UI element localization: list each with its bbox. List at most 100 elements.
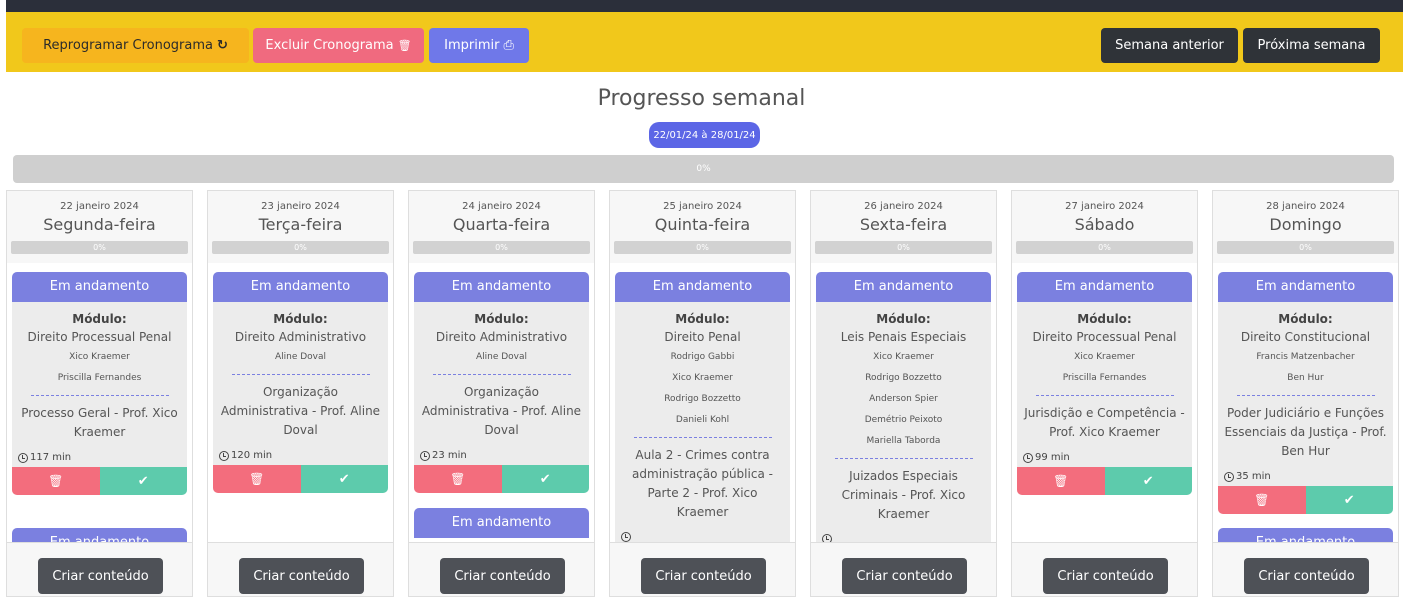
day-progress-bar: 0% — [614, 241, 791, 254]
professor-name: Aline Doval — [274, 352, 327, 362]
duration-text: 23 min — [432, 450, 467, 461]
next-card-status[interactable]: Em andamento — [414, 508, 589, 538]
check-icon: ✔ — [1343, 492, 1355, 508]
duration-text: 35 min — [1236, 471, 1271, 482]
complete-button[interactable]: ✔ — [300, 465, 388, 493]
criar-conteudo-button[interactable]: Criar conteúdo — [641, 558, 766, 594]
card-actions: 🗑 ✔ — [414, 465, 589, 493]
content-card: Em andamento Módulo: Direito Administrat… — [213, 272, 388, 493]
card-status[interactable]: Em andamento — [1218, 272, 1393, 302]
criar-conteudo-button[interactable]: Criar conteúdo — [440, 558, 565, 594]
professor-name: Xico Kraemer — [69, 352, 130, 362]
day-body: Em andamento Módulo: Direito Penal Rodri… — [610, 264, 795, 542]
professor-name: Rodrigo Bozzetto — [664, 394, 741, 404]
lesson-title: Poder Judiciário e Funções Essenciais da… — [1224, 406, 1387, 458]
module-label: Módulo: — [1077, 312, 1132, 326]
day-body: Em andamento Módulo: Direito Administrat… — [409, 264, 594, 542]
day-weekday: Sábado — [1074, 215, 1135, 234]
day-progress-bar: 0% — [11, 241, 188, 254]
day-date: 25 janeiro 2024 — [663, 201, 742, 212]
proxima-semana-button[interactable]: Próxima semana — [1243, 28, 1380, 63]
divider — [633, 437, 772, 438]
card-status[interactable]: Em andamento — [12, 272, 187, 302]
complete-button[interactable]: ✔ — [501, 465, 589, 493]
clock-icon — [1023, 452, 1033, 463]
delete-button[interactable]: 🗑 — [1218, 486, 1306, 514]
professor-name: Priscilla Fernandes — [1062, 373, 1147, 383]
professor-name: Xico Kraemer — [873, 352, 934, 362]
divider — [1236, 395, 1375, 396]
card-actions: 🗑 ✔ — [213, 465, 388, 493]
criar-conteudo-button[interactable]: Criar conteúdo — [842, 558, 967, 594]
delete-button[interactable]: 🗑 — [414, 465, 502, 493]
day-header: 24 janeiro 2024 Quarta-feira 0% — [409, 191, 594, 263]
professor-name: Rodrigo Bozzetto — [865, 373, 942, 383]
check-icon: ✔ — [1142, 473, 1154, 489]
delete-button[interactable]: 🗑 — [213, 465, 301, 493]
day-progress-bar: 0% — [1016, 241, 1193, 254]
day-body: Em andamento Módulo: Direito Processual … — [7, 264, 192, 542]
day-date: 26 janeiro 2024 — [864, 201, 943, 212]
next-card-status[interactable]: Em andamento — [12, 528, 187, 542]
day-progress-bar: 0% — [212, 241, 389, 254]
lesson-title: Juizados Especiais Criminais - Prof. Xic… — [841, 469, 966, 521]
complete-button[interactable]: ✔ — [1305, 486, 1393, 514]
professor-name: Demétrio Peixoto — [864, 415, 943, 425]
trash-icon: 🗑 — [397, 39, 412, 52]
professor-name: Xico Kraemer — [672, 373, 733, 383]
clock-icon — [18, 452, 28, 463]
complete-button[interactable]: ✔ — [99, 467, 187, 495]
module-name: Direito Constitucional — [1240, 330, 1371, 344]
content-card: Em andamento Módulo: Direito Penal Rodri… — [615, 272, 790, 542]
day-body: Em andamento Módulo: Direito Processual … — [1012, 264, 1197, 542]
day-body: Em andamento Módulo: Direito Administrat… — [208, 264, 393, 542]
criar-conteudo-button[interactable]: Criar conteúdo — [1244, 558, 1369, 594]
delete-button[interactable]: 🗑 — [12, 467, 100, 495]
divider — [1035, 395, 1174, 396]
page-title: Progresso semanal — [597, 86, 806, 111]
criar-conteudo-button[interactable]: Criar conteúdo — [1043, 558, 1168, 594]
check-icon: ✔ — [338, 471, 350, 487]
professor-name: Danieli Kohl — [675, 415, 730, 425]
day-weekday: Terça-feira — [258, 215, 343, 234]
module-name: Direito Penal — [664, 330, 741, 344]
clock-icon — [1224, 471, 1234, 482]
day-column-terca: 23 janeiro 2024 Terça-feira 0% Em andame… — [207, 190, 394, 597]
card-actions: 🗑 ✔ — [1218, 486, 1393, 514]
criar-conteudo-button[interactable]: Criar conteúdo — [239, 558, 364, 594]
card-status[interactable]: Em andamento — [816, 272, 991, 302]
delete-button[interactable]: 🗑 — [1017, 467, 1105, 495]
module-name: Direito Processual Penal — [1032, 330, 1177, 344]
criar-conteudo-button[interactable]: Criar conteúdo — [38, 558, 163, 594]
divider — [834, 458, 973, 459]
semana-anterior-button[interactable]: Semana anterior — [1101, 28, 1238, 63]
duration-text: 120 min — [231, 450, 273, 461]
content-card: Em andamento Módulo: Direito Processual … — [1017, 272, 1192, 495]
lesson-title: Organização Administrativa - Prof. Aline… — [220, 385, 381, 437]
day-footer: Criar conteúdo — [1213, 542, 1398, 596]
day-progress-bar: 0% — [413, 241, 590, 254]
check-icon: ✔ — [137, 473, 149, 489]
day-weekday: Sexta-feira — [859, 215, 948, 234]
reprogramar-cronograma-button[interactable]: Reprogramar Cronograma ↻ — [22, 28, 249, 63]
content-card: Em andamento Módulo: Direito Administrat… — [414, 272, 589, 493]
day-column-sabado: 27 janeiro 2024 Sábado 0% Em andamento M… — [1011, 190, 1198, 597]
lesson-title: Jurisdição e Competência - Prof. Xico Kr… — [1024, 406, 1185, 439]
refresh-icon: ↻ — [216, 38, 228, 53]
duration — [615, 522, 790, 542]
card-status[interactable]: Em andamento — [1017, 272, 1192, 302]
professor-name: Rodrigo Gabbi — [670, 352, 735, 362]
excluir-cronograma-button[interactable]: Excluir Cronograma 🗑 — [253, 28, 424, 63]
professor-name: Aline Doval — [475, 352, 528, 362]
day-date: 28 janeiro 2024 — [1266, 201, 1345, 212]
card-status[interactable]: Em andamento — [615, 272, 790, 302]
complete-button[interactable]: ✔ — [1104, 467, 1192, 495]
next-card-status[interactable]: Em andamento — [1218, 528, 1393, 542]
card-status[interactable]: Em andamento — [213, 272, 388, 302]
day-header: 25 janeiro 2024 Quinta-feira 0% — [610, 191, 795, 263]
lesson-title: Organização Administrativa - Prof. Aline… — [421, 385, 582, 437]
imprimir-button[interactable]: Imprimir ⎙ — [429, 28, 529, 63]
card-status[interactable]: Em andamento — [414, 272, 589, 302]
duration: 120 min — [213, 440, 388, 465]
day-footer: Criar conteúdo — [208, 542, 393, 596]
